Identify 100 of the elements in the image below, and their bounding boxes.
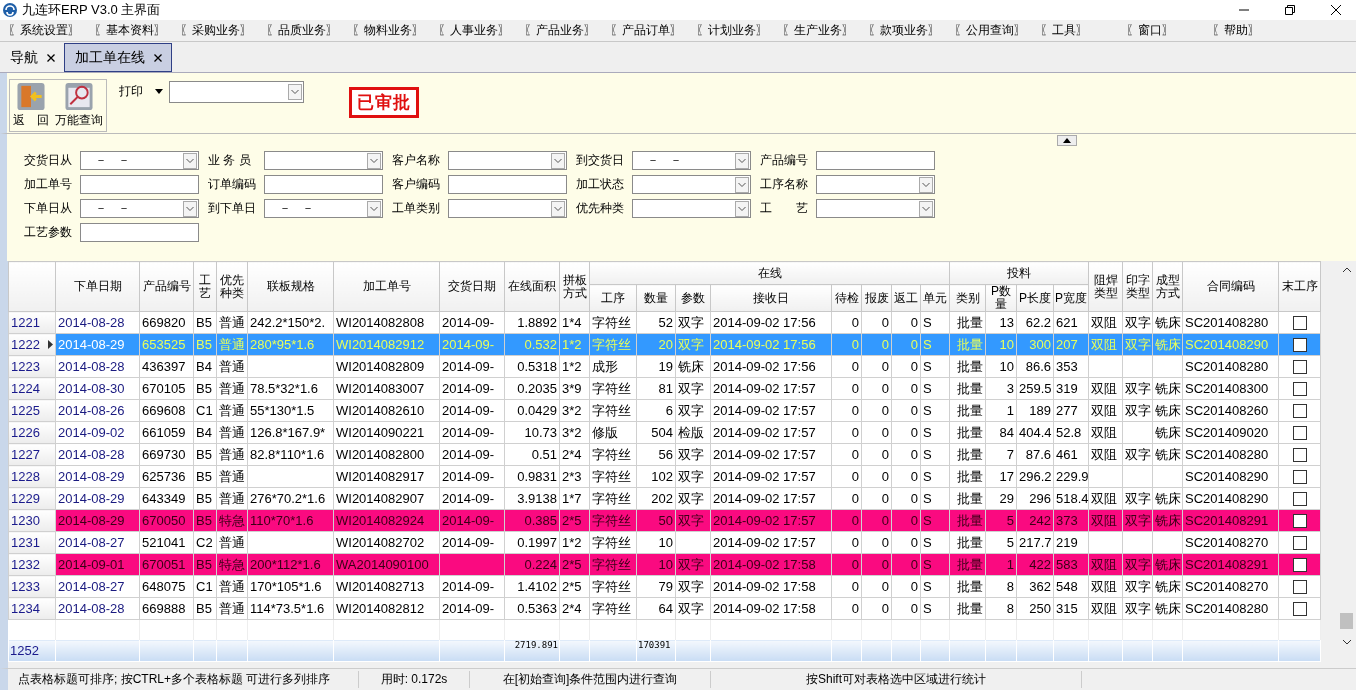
- collapse-button[interactable]: [1057, 135, 1077, 146]
- menu-item[interactable]: 〖产品业务〗: [524, 22, 610, 39]
- menu-item[interactable]: 〖款项业务〗: [868, 22, 954, 39]
- column-header[interactable]: 交货日期: [439, 261, 505, 312]
- row-number[interactable]: 1227: [8, 443, 56, 466]
- column-header[interactable]: 产品编号: [139, 261, 194, 312]
- menu-item[interactable]: 〖窗口〗: [1126, 22, 1212, 39]
- input-field[interactable]: [448, 175, 567, 194]
- print-dropdown[interactable]: 打印: [119, 83, 163, 100]
- checkbox[interactable]: [1292, 514, 1307, 529]
- combo-box[interactable]: [448, 151, 567, 170]
- combo-box[interactable]: [816, 199, 935, 218]
- combo-box[interactable]: [816, 175, 935, 194]
- date-field[interactable]: － －: [264, 199, 383, 218]
- toolbar-button[interactable]: 万能查询: [52, 80, 106, 131]
- restore-icon[interactable]: [1284, 4, 1296, 16]
- input-field[interactable]: [80, 223, 199, 242]
- table-cell: B5: [193, 465, 217, 488]
- table-cell: WI2014082917: [333, 465, 440, 488]
- row-number[interactable]: 1224: [8, 377, 56, 400]
- table-cell: 2014-09-: [439, 311, 505, 334]
- close-icon[interactable]: [1330, 4, 1342, 16]
- input-field[interactable]: [264, 175, 383, 194]
- menu-item[interactable]: 〖计划业务〗: [696, 22, 782, 39]
- toolbar-button[interactable]: 返 回: [10, 80, 52, 131]
- row-number[interactable]: 1221: [8, 311, 56, 334]
- checkbox[interactable]: [1292, 360, 1307, 375]
- table-cell: 铣床: [1152, 575, 1183, 598]
- checkbox[interactable]: [1292, 316, 1307, 331]
- checkbox[interactable]: [1292, 448, 1307, 463]
- table-cell: 字符丝: [589, 377, 637, 400]
- input-field[interactable]: [816, 151, 935, 170]
- checkbox[interactable]: [1292, 382, 1307, 397]
- scroll-up-icon[interactable]: [1342, 267, 1352, 273]
- table-cell: 普通: [216, 487, 248, 510]
- scroll-thumb[interactable]: [1340, 613, 1353, 629]
- table-cell: 548: [1053, 575, 1089, 598]
- checkbox[interactable]: [1292, 580, 1307, 595]
- tab[interactable]: 加工单在线: [64, 43, 172, 72]
- date-field[interactable]: － －: [80, 199, 199, 218]
- checkbox[interactable]: [1292, 426, 1307, 441]
- tab[interactable]: 导航: [0, 43, 64, 72]
- row-number[interactable]: 1222: [8, 333, 56, 356]
- scroll-down-icon[interactable]: [1342, 639, 1352, 645]
- column-header[interactable]: 接收日: [710, 284, 832, 312]
- menu-item[interactable]: 〖产品订单〗: [610, 22, 696, 39]
- row-number[interactable]: 1232: [8, 553, 56, 576]
- row-number[interactable]: 1225: [8, 399, 56, 422]
- menu-item[interactable]: 〖人事业务〗: [438, 22, 524, 39]
- column-header[interactable]: 在线面积: [504, 261, 560, 312]
- combo-box[interactable]: [448, 199, 567, 218]
- date-field[interactable]: － －: [632, 151, 751, 170]
- checkbox[interactable]: [1292, 470, 1307, 485]
- column-header[interactable]: 末工序: [1278, 261, 1321, 312]
- row-number[interactable]: 1223: [8, 355, 56, 378]
- row-number[interactable]: 1230: [8, 509, 56, 532]
- menu-item[interactable]: 〖工具〗: [1040, 22, 1126, 39]
- menu-item[interactable]: 〖品质业务〗: [266, 22, 352, 39]
- row-number[interactable]: 1229: [8, 487, 56, 510]
- combo-box[interactable]: [264, 151, 383, 170]
- column-header[interactable]: 成型方式: [1152, 261, 1183, 312]
- combo-box[interactable]: [632, 175, 751, 194]
- row-number[interactable]: 1233: [8, 575, 56, 598]
- column-header[interactable]: 联板规格: [247, 261, 334, 312]
- input-field[interactable]: [80, 175, 199, 194]
- menu-item[interactable]: 〖帮助〗: [1212, 22, 1298, 39]
- checkbox[interactable]: [1292, 536, 1307, 551]
- date-field[interactable]: － －: [80, 151, 199, 170]
- close-icon[interactable]: [153, 52, 163, 63]
- menu-item[interactable]: 〖系统设置〗: [8, 22, 94, 39]
- menu-item[interactable]: 〖采购业务〗: [180, 22, 266, 39]
- table-cell: 669820: [139, 311, 194, 334]
- row-number[interactable]: 1226: [8, 421, 56, 444]
- checkbox[interactable]: [1292, 492, 1307, 507]
- menu-item[interactable]: 〖基本资料〗: [94, 22, 180, 39]
- field-label: 产品编号: [760, 152, 809, 169]
- checkbox[interactable]: [1292, 558, 1307, 573]
- checkbox[interactable]: [1292, 404, 1307, 419]
- column-header[interactable]: 合同编码: [1182, 261, 1279, 312]
- column-header[interactable]: 拼板方式: [559, 261, 590, 312]
- row-number[interactable]: 1231: [8, 531, 56, 554]
- checkbox[interactable]: [1292, 602, 1307, 617]
- row-number[interactable]: 1228: [8, 465, 56, 488]
- menu-item[interactable]: 〖物料业务〗: [352, 22, 438, 39]
- column-header[interactable]: 印字类型: [1122, 261, 1153, 312]
- table-cell: 双阻: [1088, 575, 1123, 598]
- column-header[interactable]: 阻焊类型: [1088, 261, 1123, 312]
- table-cell: 436397: [139, 355, 194, 378]
- row-number[interactable]: 1234: [8, 597, 56, 620]
- menu-item[interactable]: 〖生产业务〗: [782, 22, 868, 39]
- column-header[interactable]: 下单日期: [55, 261, 140, 312]
- close-icon[interactable]: [46, 52, 56, 63]
- column-header[interactable]: 加工单号: [333, 261, 440, 312]
- column-header[interactable]: 优先种类: [216, 261, 248, 312]
- combo-box[interactable]: [632, 199, 751, 218]
- table-cell: 670105: [139, 377, 194, 400]
- print-combo-box[interactable]: [169, 81, 304, 103]
- checkbox[interactable]: [1292, 338, 1307, 353]
- menu-item[interactable]: 〖公用查询〗: [954, 22, 1040, 39]
- column-header[interactable]: 工艺: [193, 261, 217, 312]
